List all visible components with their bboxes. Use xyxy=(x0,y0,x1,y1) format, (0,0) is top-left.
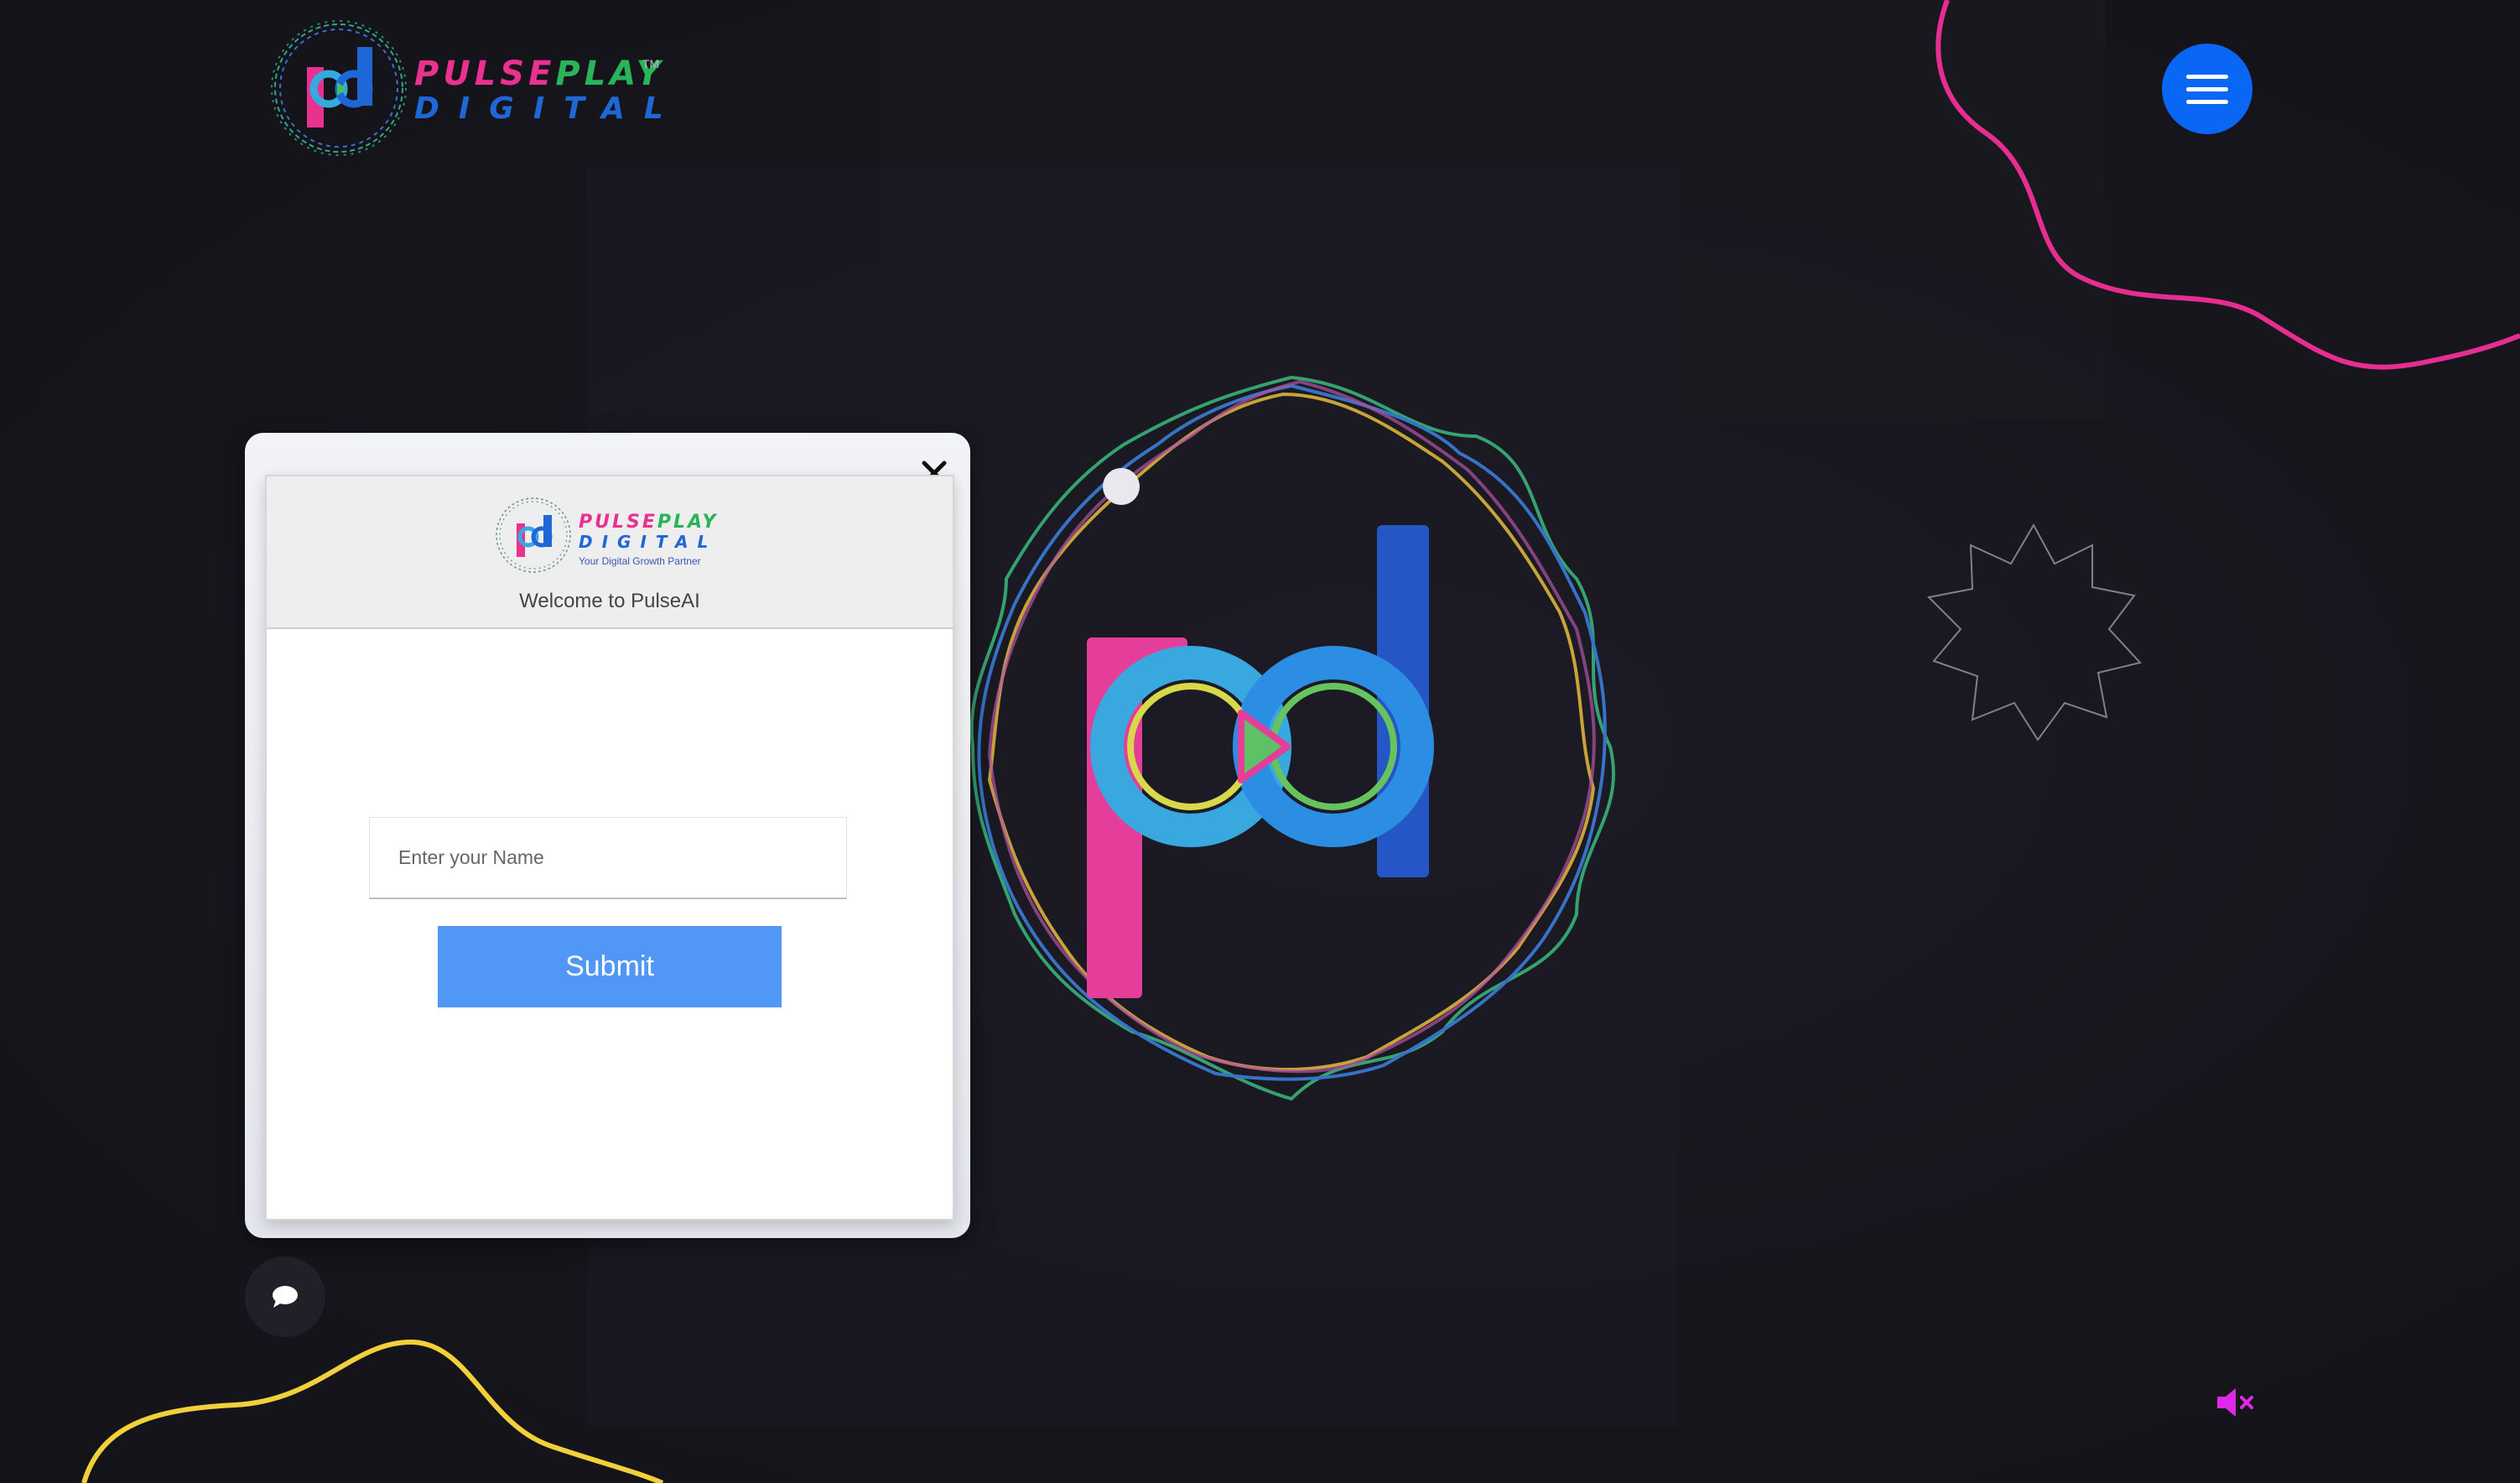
chat-bubble-icon xyxy=(273,1286,298,1308)
chat-brand-play: PLAY xyxy=(657,512,719,533)
wave-ring-blue xyxy=(977,383,1607,1081)
trademark-mark: TM xyxy=(642,57,660,70)
brand-name-line2: DIGITAL xyxy=(414,91,683,126)
chat-brand-line1: PULSEPLAY xyxy=(579,512,718,533)
globe-icon xyxy=(1103,468,1140,505)
hamburger-menu-icon-bar-3 xyxy=(2186,99,2228,104)
chat-header: PULSEPLAY DIGITAL Your Digital Growth Pa… xyxy=(267,476,953,629)
chat-brand-emblem xyxy=(496,497,571,573)
menu-button[interactable] xyxy=(2162,44,2252,134)
welcome-message: Welcome to PulseAI xyxy=(519,590,700,612)
spark-outline-decoration xyxy=(1926,523,2142,742)
chat-brand-pulse: PULSE xyxy=(579,512,657,533)
chat-panel: PULSEPLAY DIGITAL Your Digital Growth Pa… xyxy=(265,475,954,1220)
hamburger-menu-icon xyxy=(2186,74,2228,79)
chat-launcher-button[interactable] xyxy=(245,1257,325,1337)
wave-ring-yellow xyxy=(987,392,1596,1071)
name-input[interactable] xyxy=(369,817,847,899)
hero-logo-animation xyxy=(969,375,1616,1101)
hamburger-menu-icon-bar-2 xyxy=(2186,86,2228,91)
chat-brand-line2: DIGITAL xyxy=(579,532,718,552)
submit-button[interactable]: Submit xyxy=(438,926,782,1007)
wave-ring-green xyxy=(969,375,1616,1101)
speaker-muted-icon[interactable] xyxy=(2214,1384,2256,1421)
chat-brand-logo: PULSEPLAY DIGITAL Your Digital Growth Pa… xyxy=(495,493,730,577)
brand-name-pulse: PULSE xyxy=(414,55,556,93)
brand-logo[interactable]: PULSEPLAY DIGITAL TM xyxy=(267,15,669,162)
chat-modal: PULSEPLAY DIGITAL Your Digital Growth Pa… xyxy=(245,433,970,1238)
page: PULSEPLAY DIGITAL TM PULSEPLAY DIGITAL Y… xyxy=(0,0,2520,1483)
chat-brand-tagline: Your Digital Growth Partner xyxy=(579,555,701,567)
